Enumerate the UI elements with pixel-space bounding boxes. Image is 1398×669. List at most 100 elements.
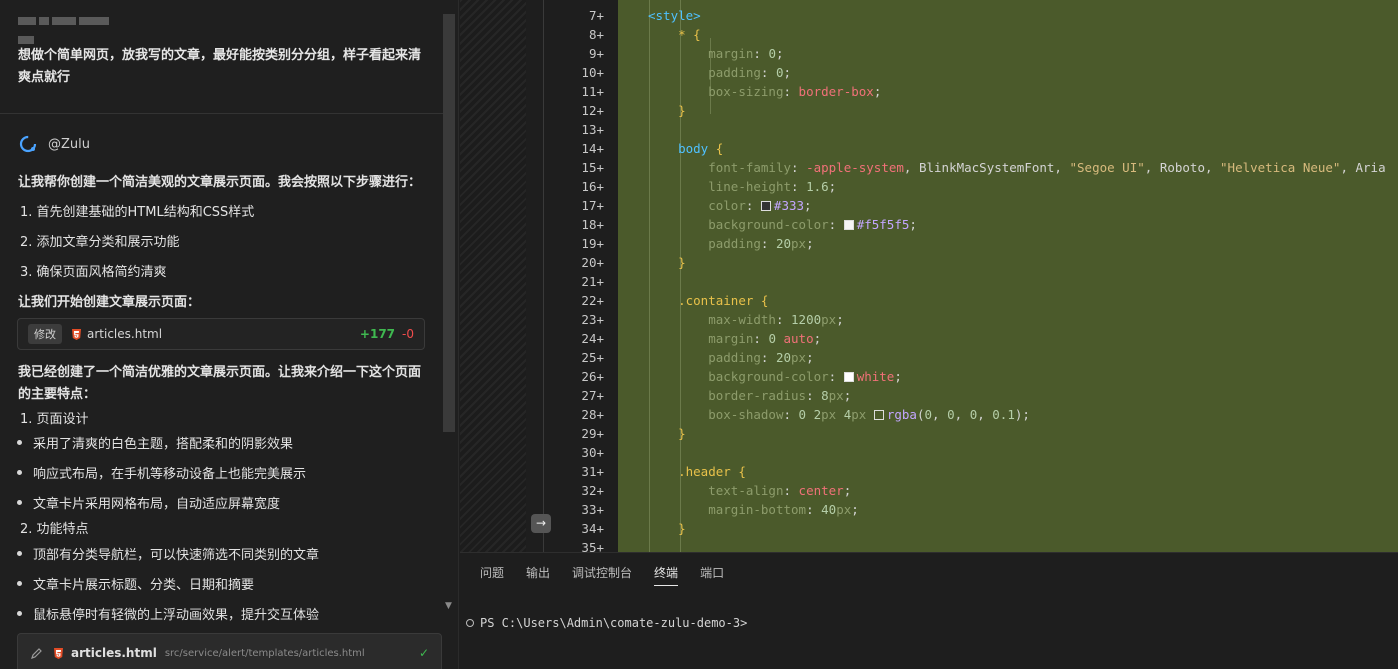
- code-line[interactable]: 19+ padding: 20px;: [460, 234, 1398, 253]
- code-line[interactable]: 35+: [460, 538, 1398, 552]
- line-number: 23+: [581, 312, 604, 327]
- code-editor[interactable]: → 7+ <style> 8+ * {9+ margin: 0; 10+ paddin…: [460, 0, 1398, 552]
- scroll-down-icon[interactable]: ▼: [445, 601, 452, 611]
- terminal-prompt[interactable]: PS C:\Users\Admin\comate-zulu-demo-3>: [466, 616, 747, 630]
- line-number: 24+: [581, 331, 604, 346]
- code-text: padding: 20px;: [708, 350, 814, 365]
- code-line[interactable]: 11+ box-sizing: border-box;: [460, 82, 1398, 101]
- tab-output[interactable]: 输出: [526, 564, 550, 586]
- code-line[interactable]: 22+ .container {: [460, 291, 1398, 310]
- code-line[interactable]: 12+ }: [460, 101, 1398, 120]
- tab-ports[interactable]: 端口: [700, 564, 724, 586]
- line-number: 29+: [581, 426, 604, 441]
- tab-debug-console[interactable]: 调试控制台: [572, 564, 632, 586]
- line-number: 32+: [581, 483, 604, 498]
- redacted-header: [18, 10, 130, 44]
- step-1: 1. 首先创建基础的HTML结构和CSS样式: [20, 205, 255, 220]
- code-line[interactable]: 30+: [460, 443, 1398, 462]
- edit-pencil-icon[interactable]: [30, 646, 44, 660]
- prompt-text: PS C:\Users\Admin\comate-zulu-demo-3>: [480, 616, 748, 630]
- code-text: margin: 0 auto;: [708, 331, 822, 346]
- list-item: 采用了清爽的白色主题，搭配柔和的阴影效果: [17, 433, 293, 452]
- modify-tag: 修改: [28, 324, 62, 344]
- zulu-logo-icon: [19, 135, 37, 153]
- code-text: box-shadow: 0 2px 4px rgba(0, 0, 0, 0.1)…: [708, 407, 1030, 422]
- file-name: articles.html: [71, 646, 157, 660]
- code-line[interactable]: 27+ border-radius: 8px;: [460, 386, 1398, 405]
- code-line[interactable]: 9+ margin: 0;: [460, 44, 1398, 63]
- step-3: 3. 确保页面风格简约清爽: [20, 265, 167, 280]
- code-text: color: #333;: [708, 198, 812, 213]
- code-line[interactable]: 25+ padding: 20px;: [460, 348, 1398, 367]
- code-line[interactable]: 23+ max-width: 1200px;: [460, 310, 1398, 329]
- line-number: 8+: [588, 27, 604, 42]
- code-text: padding: 0;: [708, 65, 792, 80]
- tab-problems[interactable]: 问题: [480, 564, 504, 586]
- file-change-card[interactable]: 修改 articles.html +177 -0: [17, 318, 425, 350]
- code-line[interactable]: 17+ color: #333;: [460, 196, 1398, 215]
- code-line[interactable]: 33+ margin-bottom: 40px;: [460, 500, 1398, 519]
- html5-icon: [72, 328, 81, 340]
- line-number: 28+: [581, 407, 604, 422]
- code-line[interactable]: 7+ <style>: [460, 6, 1398, 25]
- code-line[interactable]: 24+ margin: 0 auto;: [460, 329, 1398, 348]
- code-line[interactable]: 26+ background-color: white;: [460, 367, 1398, 386]
- code-line[interactable]: 34+ }: [460, 519, 1398, 538]
- list-item: 顶部有分类导航栏，可以快速筛选不同类别的文章: [17, 544, 319, 563]
- code-text: * {: [678, 27, 701, 42]
- line-number: 19+: [581, 236, 604, 251]
- step-2: 2. 添加文章分类和展示功能: [20, 235, 180, 250]
- line-number: 12+: [581, 103, 604, 118]
- code-line[interactable]: 15+ font-family: -apple-system, BlinkMac…: [460, 158, 1398, 177]
- code-line[interactable]: 10+ padding: 0;: [460, 63, 1398, 82]
- line-number: 15+: [581, 160, 604, 175]
- line-number: 27+: [581, 388, 604, 403]
- html5-icon: [54, 647, 63, 659]
- terminal-panel: 问题 输出 调试控制台 终端 端口 PS C:\Users\Admin\coma…: [460, 552, 1398, 669]
- section-design: 1. 页面设计: [20, 412, 89, 427]
- code-text: background-color: white;: [708, 369, 902, 384]
- code-line[interactable]: 18+ background-color: #f5f5f5;: [460, 215, 1398, 234]
- line-number: 35+: [581, 540, 604, 552]
- line-number: 11+: [581, 84, 604, 99]
- tab-terminal[interactable]: 终端: [654, 564, 679, 586]
- line-number: 33+: [581, 502, 604, 517]
- summary-line-2: 的主要特点：: [18, 387, 97, 402]
- line-number: 17+: [581, 198, 604, 213]
- code-text: line-height: 1.6;: [708, 179, 837, 194]
- code-line[interactable]: 16+ line-height: 1.6;: [460, 177, 1398, 196]
- edited-file-card[interactable]: articles.html src/service/alert/template…: [17, 633, 442, 669]
- line-number: 16+: [581, 179, 604, 194]
- chat-panel: 想做个简单网页，放我写的文章，最好能按类别分分组，样子看起来清爽点就行 @Zul…: [0, 0, 459, 669]
- code-line[interactable]: 13+: [460, 120, 1398, 139]
- code-line[interactable]: 21+: [460, 272, 1398, 291]
- check-icon: ✓: [418, 646, 429, 660]
- agent-intro: 让我帮你创建一个简洁美观的文章展示页面。我会按照以下步骤进行：: [18, 175, 422, 190]
- code-line[interactable]: 29+ }: [460, 424, 1398, 443]
- line-number: 18+: [581, 217, 604, 232]
- code-text: }: [678, 255, 686, 270]
- code-text: box-sizing: border-box;: [708, 84, 882, 99]
- code-text: .header {: [678, 464, 746, 479]
- code-text: }: [678, 426, 686, 441]
- code-text: font-family: -apple-system, BlinkMacSyst…: [708, 160, 1386, 175]
- line-number: 20+: [581, 255, 604, 270]
- code-line[interactable]: 31+ .header {: [460, 462, 1398, 481]
- line-number: 9+: [588, 46, 604, 61]
- line-number: 7+: [588, 8, 604, 23]
- agent-name: @Zulu: [48, 136, 90, 152]
- code-line[interactable]: 32+ text-align: center;: [460, 481, 1398, 500]
- code-text: margin: 0;: [708, 46, 784, 61]
- code-text: margin-bottom: 40px;: [708, 502, 859, 517]
- list-item: 鼠标悬停时有轻微的上浮动画效果，提升交互体验: [17, 604, 319, 623]
- code-line[interactable]: 20+ }: [460, 253, 1398, 272]
- agent-header: @Zulu: [18, 134, 90, 154]
- code-line[interactable]: 28+ box-shadow: 0 2px 4px rgba(0, 0, 0, …: [460, 405, 1398, 424]
- code-text: background-color: #f5f5f5;: [708, 217, 917, 232]
- line-number: 25+: [581, 350, 604, 365]
- code-line[interactable]: 14+ body {: [460, 139, 1398, 158]
- code-text: }: [678, 521, 686, 536]
- chat-scrollbar[interactable]: [443, 14, 455, 432]
- code-line[interactable]: 8+ * {: [460, 25, 1398, 44]
- list-item: 文章卡片采用网格布局，自动适应屏幕宽度: [17, 493, 280, 512]
